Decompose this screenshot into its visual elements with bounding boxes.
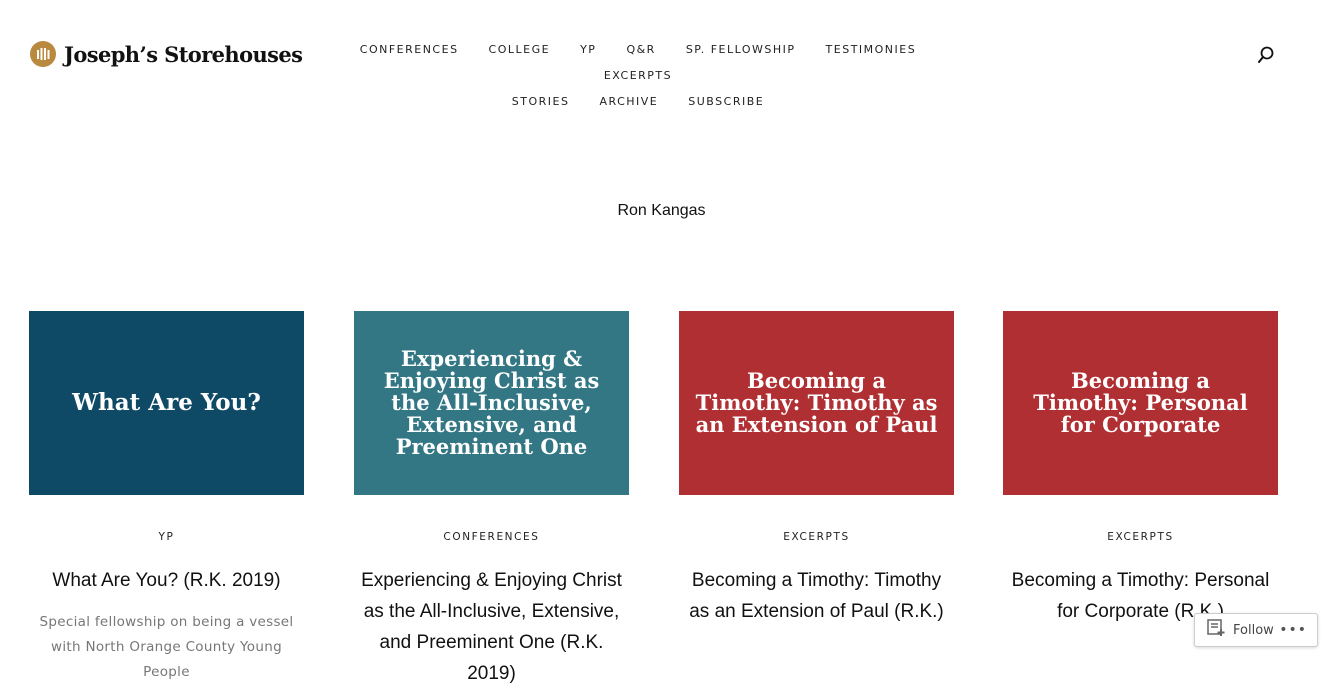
nav-college[interactable]: COLLEGE	[489, 38, 551, 62]
nav-row-2: STORIES ARCHIVE SUBSCRIBE	[300, 88, 976, 114]
more-options-icon[interactable]: •••	[1279, 622, 1307, 638]
follow-label: Follow	[1233, 622, 1274, 638]
post-image-text: Becoming a Timothy: Timothy as an Extens…	[695, 367, 938, 438]
post-image[interactable]: Becoming a Timothy: Personal for Corpora…	[1003, 311, 1278, 495]
follow-button[interactable]: Follow •••	[1194, 613, 1318, 647]
nav-row-1: CONFERENCES COLLEGE YP Q&R SP. FELLOWSHIP TES…	[300, 36, 976, 88]
post-category[interactable]: CONFERENCES	[354, 531, 629, 543]
post-category[interactable]: EXCERPTS	[679, 531, 954, 543]
nav-excerpts[interactable]: EXCERPTS	[604, 64, 672, 88]
post-title[interactable]: What Are You? (R.K. 2019)	[29, 565, 304, 596]
post-image-text: Becoming a Timothy: Personal for Corpora…	[1033, 367, 1248, 438]
follow-icon	[1207, 619, 1227, 641]
site-title[interactable]: Joseph’s Storehouses	[64, 42, 303, 67]
post-image[interactable]: What Are You?	[29, 311, 304, 495]
nav-sp-fellowship[interactable]: SP. FELLOWSHIP	[686, 38, 796, 62]
post-excerpt: Special fellowship on being a vessel wit…	[39, 614, 294, 680]
post-title[interactable]: Becoming a Timothy: Timothy as an Extens…	[679, 565, 954, 627]
nav-subscribe[interactable]: SUBSCRIBE	[688, 90, 764, 114]
post-image-text: Experiencing & Enjoying Christ as the Al…	[383, 345, 600, 460]
post-card: Becoming a Timothy: Personal for Corpora…	[1003, 311, 1278, 627]
post-card: Experiencing & Enjoying Christ as the Al…	[354, 311, 629, 689]
nav-testimonies[interactable]: TESTIMONIES	[826, 38, 917, 62]
nav-yp[interactable]: YP	[580, 38, 596, 62]
post-category[interactable]: EXCERPTS	[1003, 531, 1278, 543]
nav-archive[interactable]: ARCHIVE	[599, 90, 658, 114]
post-card: Becoming a Timothy: Timothy as an Extens…	[679, 311, 954, 627]
post-title[interactable]: Experiencing & Enjoying Christ as the Al…	[354, 565, 629, 689]
post-image[interactable]: Becoming a Timothy: Timothy as an Extens…	[679, 311, 954, 495]
main-navigation: CONFERENCES COLLEGE YP Q&R SP. FELLOWSHIP TES…	[300, 36, 976, 114]
post-image-text: What Are You?	[72, 388, 261, 416]
nav-qr[interactable]: Q&R	[626, 38, 655, 62]
post-category[interactable]: YP	[29, 531, 304, 543]
nav-stories[interactable]: STORIES	[512, 90, 570, 114]
post-image[interactable]: Experiencing & Enjoying Christ as the Al…	[354, 311, 629, 495]
search-icon[interactable]	[1256, 45, 1276, 65]
archive-title: Ron Kangas	[617, 202, 706, 219]
post-card: What Are You? YP What Are You? (R.K. 201…	[29, 311, 304, 685]
site-logo[interactable]: Joseph’s Storehouses	[30, 41, 303, 67]
nav-conferences[interactable]: CONFERENCES	[360, 38, 459, 62]
storehouse-logo-icon	[30, 41, 56, 67]
